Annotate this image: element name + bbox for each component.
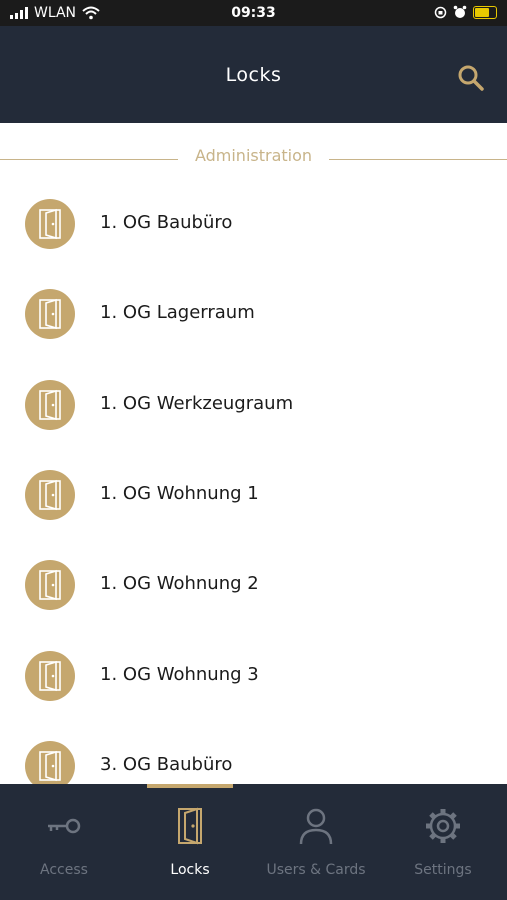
lock-name: 1. OG Werkzeugraum bbox=[100, 393, 294, 414]
lock-name: 3. OG Baubüro bbox=[100, 754, 233, 775]
list-item[interactable]: 1. OG Wohnung 3 bbox=[0, 630, 507, 720]
orientation-lock-icon bbox=[434, 6, 447, 18]
battery-icon bbox=[473, 5, 497, 19]
door-icon bbox=[25, 560, 75, 610]
section-divider-right bbox=[329, 159, 507, 160]
lock-name: 1. OG Wohnung 1 bbox=[100, 483, 259, 504]
lock-name: 1. OG Baubüro bbox=[100, 212, 233, 233]
status-bar: WLAN 09:33 bbox=[0, 0, 507, 26]
door-icon bbox=[25, 380, 75, 430]
list-item[interactable]: 1. OG Werkzeugraum bbox=[0, 359, 507, 449]
lock-list[interactable]: 1. OG Baubüro 1. OG Lagerraum 1. OG Werk… bbox=[0, 178, 507, 784]
key-icon bbox=[48, 818, 81, 834]
gear-icon bbox=[426, 809, 460, 843]
section-header-administration: Administration bbox=[0, 140, 507, 170]
lock-name: 1. OG Wohnung 3 bbox=[100, 664, 259, 685]
tab-settings[interactable]: Settings bbox=[380, 784, 506, 900]
status-time: 09:33 bbox=[231, 5, 276, 21]
list-item[interactable]: 3. OG Baubüro bbox=[0, 720, 507, 784]
tab-label: Settings bbox=[414, 862, 472, 878]
list-item[interactable]: 1. OG Wohnung 2 bbox=[0, 539, 507, 629]
nav-header: Locks bbox=[0, 26, 507, 123]
door-icon bbox=[25, 289, 75, 339]
lock-name: 1. OG Lagerraum bbox=[100, 302, 255, 323]
list-item[interactable]: 1. OG Wohnung 1 bbox=[0, 449, 507, 539]
door-icon bbox=[25, 470, 75, 520]
lock-name: 1. OG Wohnung 2 bbox=[100, 573, 259, 594]
tab-label: Users & Cards bbox=[266, 862, 366, 878]
active-tab-indicator bbox=[147, 784, 233, 788]
tab-label: Access bbox=[40, 862, 88, 878]
search-icon[interactable] bbox=[457, 64, 485, 92]
tab-locks[interactable]: Locks bbox=[127, 784, 253, 900]
door-icon bbox=[25, 199, 75, 249]
tab-label: Locks bbox=[170, 862, 210, 878]
list-item[interactable]: 1. OG Baubüro bbox=[0, 178, 507, 268]
section-label: Administration bbox=[194, 146, 313, 165]
alarm-icon bbox=[453, 5, 467, 18]
door-icon bbox=[25, 741, 75, 784]
list-item[interactable]: 1. OG Lagerraum bbox=[0, 268, 507, 358]
door-icon bbox=[25, 651, 75, 701]
status-right bbox=[434, 5, 497, 19]
door-icon bbox=[178, 807, 202, 845]
tab-bar: Access Locks Users & Cards Settings bbox=[0, 784, 507, 900]
user-icon bbox=[299, 808, 333, 845]
tab-users-cards[interactable]: Users & Cards bbox=[253, 784, 379, 900]
page-title: Locks bbox=[225, 64, 282, 86]
tab-access[interactable]: Access bbox=[1, 784, 127, 900]
